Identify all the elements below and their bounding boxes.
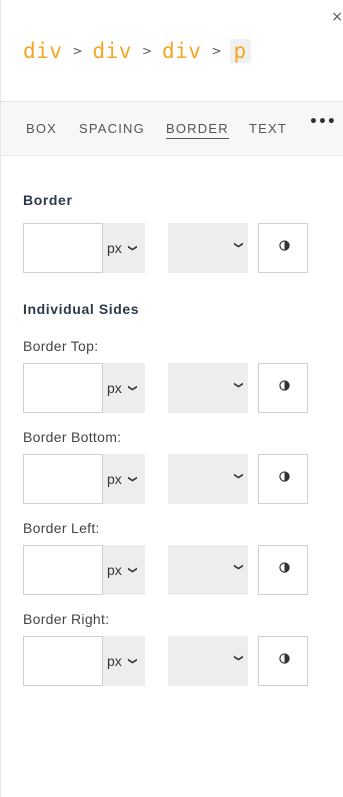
unit-value: px: [107, 240, 122, 256]
chevron-down-icon: ❯: [126, 244, 137, 252]
border-bottom-unit-select[interactable]: px ❯: [103, 454, 145, 504]
half-circle-contrast-icon: [279, 380, 290, 391]
tab-border[interactable]: BORDER: [166, 121, 229, 139]
border-left-style-select[interactable]: ❯: [168, 545, 248, 595]
close-icon[interactable]: ×: [331, 10, 343, 24]
breadcrumb-separator-icon: >: [141, 44, 152, 58]
border-left-row: px ❯ ❯: [23, 545, 308, 595]
border-top-style-select[interactable]: ❯: [168, 363, 248, 413]
unit-value: px: [107, 562, 122, 578]
breadcrumb-item-div-3[interactable]: div: [162, 39, 201, 63]
chevron-down-icon: ❯: [233, 241, 244, 249]
border-top-color-button[interactable]: [258, 363, 308, 413]
half-circle-contrast-icon: [279, 471, 290, 482]
breadcrumb-item-current[interactable]: p: [229, 39, 251, 63]
chevron-down-icon: ❯: [126, 566, 137, 574]
half-circle-contrast-icon: [279, 653, 290, 664]
border-left-width-input[interactable]: [23, 545, 103, 595]
breadcrumb-item-div-2[interactable]: div: [93, 39, 132, 63]
half-circle-contrast-icon: [279, 562, 290, 573]
border-right-unit-select[interactable]: px ❯: [103, 636, 145, 686]
individual-sides-title: Individual Sides: [23, 301, 140, 317]
border-section-title: Border: [23, 192, 73, 208]
border-bottom-style-select[interactable]: ❯: [168, 454, 248, 504]
chevron-down-icon: ❯: [126, 384, 137, 392]
border-bottom-row: px ❯ ❯: [23, 454, 308, 504]
chevron-down-icon: ❯: [233, 654, 244, 662]
chevron-down-icon: ❯: [233, 563, 244, 571]
tab-text[interactable]: TEXT: [249, 121, 287, 136]
more-icon[interactable]: •••: [309, 114, 336, 130]
border-top-width-input[interactable]: [23, 363, 103, 413]
unit-value: px: [107, 380, 122, 396]
border-bottom-width-input[interactable]: [23, 454, 103, 504]
border-top-unit-select[interactable]: px ❯: [103, 363, 145, 413]
border-left-label: Border Left:: [23, 520, 100, 536]
style-panel: × div > div > div > p BOX SPACING BORDER…: [0, 0, 343, 797]
unit-value: px: [107, 471, 122, 487]
border-right-width-input[interactable]: [23, 636, 103, 686]
breadcrumb-item-div-1[interactable]: div: [23, 39, 62, 63]
chevron-down-icon: ❯: [126, 657, 137, 665]
tab-spacing[interactable]: SPACING: [79, 121, 145, 136]
border-bottom-color-button[interactable]: [258, 454, 308, 504]
breadcrumb-separator-icon: >: [72, 44, 83, 58]
border-top-row: px ❯ ❯: [23, 363, 308, 413]
border-width-input[interactable]: [23, 223, 103, 273]
unit-value: px: [107, 653, 122, 669]
border-right-color-button[interactable]: [258, 636, 308, 686]
border-unit-select[interactable]: px ❯: [103, 223, 145, 273]
border-left-unit-select[interactable]: px ❯: [103, 545, 145, 595]
border-right-style-select[interactable]: ❯: [168, 636, 248, 686]
half-circle-contrast-icon: [279, 240, 290, 251]
border-left-color-button[interactable]: [258, 545, 308, 595]
tab-box[interactable]: BOX: [26, 121, 57, 136]
border-top-label: Border Top:: [23, 338, 99, 354]
tab-bar: BOX SPACING BORDER TEXT •••: [1, 101, 343, 156]
border-right-row: px ❯ ❯: [23, 636, 308, 686]
chevron-down-icon: ❯: [233, 472, 244, 480]
border-color-button[interactable]: [258, 223, 308, 273]
border-style-select[interactable]: ❯: [168, 223, 248, 273]
border-right-label: Border Right:: [23, 611, 110, 627]
chevron-down-icon: ❯: [233, 381, 244, 389]
border-all-row: px ❯ ❯: [23, 223, 308, 273]
chevron-down-icon: ❯: [126, 475, 137, 483]
breadcrumb-separator-icon: >: [211, 44, 222, 58]
breadcrumb: div > div > div > p: [23, 36, 251, 66]
border-bottom-label: Border Bottom:: [23, 429, 122, 445]
